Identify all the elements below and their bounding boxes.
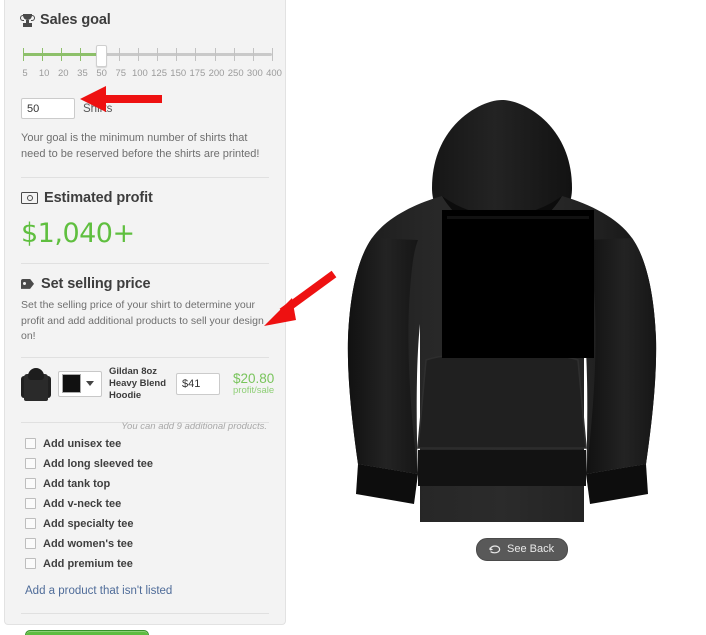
add-product-option[interactable]: Add unisex tee	[25, 438, 269, 450]
slider-tick-label: 20	[58, 68, 69, 79]
slider-tick-label: 200	[208, 68, 225, 79]
sales-goal-slider[interactable]	[23, 44, 273, 67]
slider-tick[interactable]	[195, 48, 197, 61]
selling-price-description: Set the selling price of your shirt to d…	[21, 298, 264, 343]
hoodie-left-sleeve	[347, 238, 418, 474]
profit-label: profit/sale	[233, 385, 275, 397]
goal-unit-label: Shirts	[83, 102, 113, 115]
product-price-row: Gildan 8oz Heavy Blend Hoodie $20.80 pro…	[21, 358, 274, 410]
hoodie-pocket	[417, 351, 587, 449]
slider-tick-label: 300	[246, 68, 263, 79]
design-preview-panel: See Back	[292, 0, 706, 635]
add-product-option[interactable]: Add premium tee	[25, 558, 269, 570]
slider-tick[interactable]	[252, 48, 254, 61]
slider-tick-label: 250	[227, 68, 244, 79]
slider-tick-label: 10	[38, 68, 50, 79]
add-product-option-label: Add specialty tee	[43, 517, 134, 530]
checkbox[interactable]	[25, 478, 36, 490]
estimated-profit-header: Estimated profit	[21, 190, 269, 206]
see-back-label: See Back	[507, 543, 555, 555]
add-product-option-label: Add tank top	[43, 477, 111, 490]
estimated-profit-value: $1,040+	[21, 217, 135, 249]
estimated-profit-title: Estimated profit	[44, 189, 153, 206]
next-step-button[interactable]: Next Step »	[25, 629, 149, 635]
money-icon	[21, 191, 38, 204]
slider-tick[interactable]	[214, 48, 216, 61]
see-back-button[interactable]: See Back	[476, 538, 569, 561]
divider	[21, 612, 269, 614]
add-product-option-label: Add premium tee	[43, 557, 133, 570]
design-area	[442, 210, 594, 358]
product-price-input[interactable]	[176, 372, 220, 395]
slider-tick[interactable]	[42, 48, 44, 61]
tag-icon	[21, 278, 35, 290]
add-custom-product-link[interactable]: Add a product that isn't listed	[25, 585, 172, 597]
hoodie-preview[interactable]	[314, 92, 689, 522]
slider-tick-label: 35	[77, 68, 88, 79]
slider-tick-labels: 5 10 20 35 50 75 100 125 150 175 200 250 300 400	[22, 68, 282, 82]
slider-tick-label: 5	[22, 68, 28, 79]
add-product-checklist: Add unisex tee Add long sleeved tee Add ta…	[21, 438, 269, 570]
selling-price-header: Set selling price	[21, 276, 269, 292]
add-product-option-label: Add women's tee	[43, 537, 134, 550]
selling-price-title: Set selling price	[41, 275, 151, 292]
checkbox[interactable]	[25, 558, 36, 570]
slider-tick[interactable]	[61, 48, 63, 61]
trophy-icon	[20, 13, 35, 27]
slider-tick-label: 125	[151, 68, 167, 79]
slider-tick[interactable]	[118, 48, 120, 61]
slider-tick[interactable]	[272, 48, 273, 61]
checkbox[interactable]	[25, 538, 36, 550]
checkbox[interactable]	[25, 498, 36, 510]
add-product-option[interactable]: Add women's tee	[25, 538, 269, 550]
goal-input-row: Shirts	[21, 98, 269, 119]
color-swatch	[62, 374, 81, 394]
slider-handle[interactable]	[95, 45, 107, 67]
add-product-option[interactable]: Add specialty tee	[25, 518, 269, 530]
sales-goal-header: Sales goal	[20, 12, 269, 28]
slider-tick[interactable]	[157, 48, 159, 61]
add-product-option[interactable]: Add tank top	[25, 478, 269, 490]
add-product-option[interactable]: Add v-neck tee	[25, 498, 269, 510]
sales-goal-input[interactable]	[21, 98, 75, 119]
product-profit: $20.80 profit/sale	[233, 370, 275, 397]
product-name: Gildan 8oz Heavy Blend Hoodie	[109, 366, 167, 401]
slider-tick-label: 50	[96, 68, 107, 79]
slider-tick-label: 150	[170, 68, 187, 79]
slider-tick[interactable]	[176, 48, 178, 61]
hoodie-hem	[418, 450, 586, 486]
create-campaign-page: Sales goal 5 10 20 35 50 75 100 125 150 175 200 250…	[0, 0, 706, 635]
sales-goal-title: Sales goal	[40, 12, 111, 28]
profit-amount: $20.80	[233, 370, 275, 386]
slider-tick-label: 400	[266, 68, 282, 79]
slider-tick-label: 175	[189, 68, 206, 79]
add-product-option[interactable]: Add long sleeved tee	[25, 458, 269, 470]
slider-tick[interactable]	[233, 48, 235, 61]
add-product-option-label: Add long sleeved tee	[43, 457, 154, 470]
add-product-option-label: Add v-neck tee	[43, 497, 122, 510]
additional-products-note: You can add 9 additional products.	[121, 420, 267, 432]
sales-goal-section: Sales goal 5 10 20 35 50 75 100 125 150 175 200 250…	[20, 0, 282, 178]
selling-price-section: Set selling price Set the selling price …	[21, 264, 274, 635]
design-artwork	[447, 216, 589, 219]
slider-tick-label: 75	[115, 68, 127, 79]
add-product-option-label: Add unisex tee	[43, 437, 122, 450]
slider-tick[interactable]	[137, 48, 139, 61]
campaign-settings-sidebar: Sales goal 5 10 20 35 50 75 100 125 150 175 200 250…	[4, 0, 286, 635]
product-color-select[interactable]	[58, 370, 102, 397]
hoodie-right-sleeve	[586, 238, 657, 474]
slider-tick[interactable]	[23, 48, 24, 61]
estimated-profit-section: Estimated profit $1,040+	[21, 178, 269, 264]
chevron-down-icon	[86, 381, 94, 387]
checkbox[interactable]	[25, 518, 36, 530]
slider-tick[interactable]	[80, 48, 82, 61]
sales-goal-help-text: Your goal is the minimum number of shirt…	[21, 132, 260, 160]
slider-tick-label: 100	[131, 68, 148, 79]
flip-arrow-icon	[488, 544, 501, 554]
checkbox[interactable]	[25, 438, 36, 450]
checkbox[interactable]	[25, 458, 36, 470]
hoodie-thumbnail-icon	[21, 367, 51, 401]
